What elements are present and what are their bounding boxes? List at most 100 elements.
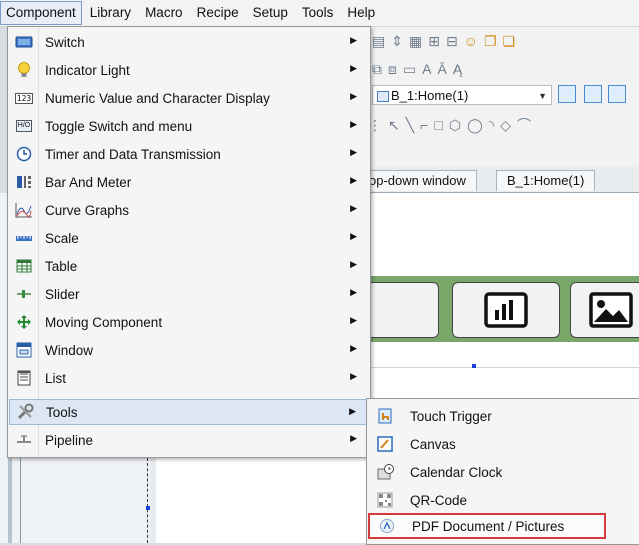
text-style-icon[interactable]: Ā <box>437 61 446 77</box>
menu-item-timer[interactable]: Timer and Data Transmission ▶ <box>9 141 369 167</box>
menu-bar: Component Library Macro Recipe Setup Too… <box>0 0 639 27</box>
curve-icon[interactable]: ◇ <box>500 117 511 134</box>
toolbar-row-2: ⧉ ⧈ ▭ A Ā Ą <box>368 55 639 83</box>
polygon-icon[interactable]: ⬡ <box>449 117 461 134</box>
tab-popdown-window[interactable]: op-down window <box>358 170 477 191</box>
submenu-item-qr-code[interactable]: QR-Code <box>368 487 608 513</box>
distribute-icon[interactable]: ⇕ <box>391 33 403 50</box>
grid-view-button[interactable] <box>608 85 626 103</box>
bar-chart-icon <box>484 292 528 328</box>
menu-item-label: Indicator Light <box>45 62 130 78</box>
menu-item-label: Moving Component <box>45 314 163 330</box>
submenu-arrow-icon: ▶ <box>350 35 357 45</box>
menu-tools[interactable]: Tools <box>296 1 340 25</box>
menu-item-numeric-display[interactable]: 123 Numeric Value and Character Display … <box>9 85 369 111</box>
paste-icon[interactable]: ❏ <box>503 33 516 50</box>
arc-icon[interactable]: ◝ <box>489 117 494 134</box>
send-back-icon[interactable]: ⧈ <box>388 61 397 78</box>
pdf-icon <box>376 515 398 537</box>
ellipse-icon[interactable]: ◯ <box>467 117 483 134</box>
line-icon[interactable]: ╲ <box>406 117 414 134</box>
menu-item-label: Numeric Value and Character Display <box>45 90 270 106</box>
menu-library[interactable]: Library <box>84 1 137 25</box>
tile-picture[interactable] <box>570 282 639 338</box>
toolbar-row-1: ▤ ⇕ ▦ ⊞ ⊟ ☺ ❐ ❏ <box>368 27 639 55</box>
submenu-item-canvas[interactable]: Canvas <box>368 431 608 457</box>
window-view-button[interactable] <box>584 85 602 103</box>
pipeline-icon <box>13 429 35 451</box>
fan-icon[interactable]: ⌒ <box>517 115 531 135</box>
submenu-item-calendar-clock[interactable]: Calendar Clock <box>368 459 608 485</box>
menu-item-switch[interactable]: Switch ▶ <box>9 29 369 55</box>
page-select-value: B_1:Home(1) <box>391 88 469 103</box>
layer-icon[interactable]: ▦ <box>409 33 422 50</box>
menu-item-label: Timer and Data Transmission <box>45 146 221 162</box>
align-icon[interactable]: ▤ <box>372 33 385 50</box>
menu-item-window[interactable]: Window ▶ <box>9 337 369 363</box>
menu-item-pipeline[interactable]: Pipeline ▶ <box>9 427 369 453</box>
menu-item-scale[interactable]: Scale ▶ <box>9 225 369 251</box>
submenu-arrow-icon: ▶ <box>350 371 357 381</box>
group-icon[interactable]: ⊞ <box>428 33 440 50</box>
submenu-arrow-icon: ▶ <box>350 231 357 241</box>
menu-item-label: Window <box>45 342 94 358</box>
menu-item-indicator-light[interactable]: Indicator Light ▶ <box>9 57 369 83</box>
tile-chart[interactable] <box>452 282 560 338</box>
move-arrows-icon <box>13 311 35 333</box>
submenu-item-label: Canvas <box>410 436 456 452</box>
slider-icon <box>13 283 35 305</box>
menu-item-label: Toggle Switch and menu <box>45 118 193 134</box>
text-size-icon[interactable]: A <box>422 61 431 77</box>
submenu-item-pdf-document[interactable]: PDF Document / Pictures <box>368 513 606 539</box>
picture-icon <box>589 292 633 328</box>
bulb-icon <box>13 59 35 81</box>
tab-home[interactable]: B_1:Home(1) <box>496 170 596 191</box>
menu-item-curve-graphs[interactable]: Curve Graphs ▶ <box>9 197 369 223</box>
switch-icon <box>13 31 35 53</box>
list-icon <box>13 367 35 389</box>
menu-item-bar-meter[interactable]: Bar And Meter ▶ <box>9 169 369 195</box>
submenu-arrow-icon: ▶ <box>350 147 357 157</box>
table-icon <box>13 255 35 277</box>
menu-item-moving-component[interactable]: Moving Component ▶ <box>9 309 369 335</box>
menu-item-tools[interactable]: Tools ▶ <box>9 399 369 425</box>
ungroup-icon[interactable]: ⊟ <box>446 33 458 50</box>
submenu-arrow-icon: ▶ <box>350 287 357 297</box>
tools-submenu: Touch Trigger Canvas Calendar Clock QR-C… <box>366 398 639 545</box>
rectangle-icon[interactable]: □ <box>434 117 442 133</box>
menu-item-label: Scale <box>45 230 79 246</box>
tile-partial[interactable] <box>364 282 439 338</box>
menu-macro[interactable]: Macro <box>139 1 189 25</box>
submenu-arrow-icon: ▶ <box>350 433 357 443</box>
qr-code-icon <box>374 489 396 511</box>
menu-setup[interactable]: Setup <box>247 1 294 25</box>
component-menu: Switch ▶ Indicator Light ▶ 123 Numeric V… <box>7 26 371 458</box>
selection-handle-left[interactable] <box>146 506 150 510</box>
calendar-clock-icon <box>374 461 396 483</box>
page-select[interactable]: B_1:Home(1) ▼ <box>372 85 552 105</box>
polyline-icon[interactable]: ⌐ <box>420 117 428 133</box>
menu-recipe[interactable]: Recipe <box>191 1 245 25</box>
menu-item-list[interactable]: List ▶ <box>9 365 369 391</box>
submenu-item-touch-trigger[interactable]: Touch Trigger <box>368 403 608 429</box>
menu-item-toggle-switch[interactable]: H/O Toggle Switch and menu ▶ <box>9 113 369 139</box>
bring-front-icon[interactable]: ⧉ <box>372 61 382 78</box>
submenu-item-label: PDF Document / Pictures <box>412 518 565 534</box>
menu-item-table[interactable]: Table ▶ <box>9 253 369 279</box>
menu-item-label: Curve Graphs <box>45 202 130 218</box>
menu-component[interactable]: Component <box>0 1 82 25</box>
submenu-arrow-icon: ▶ <box>350 91 357 101</box>
menu-item-label: Bar And Meter <box>45 174 132 190</box>
selection-handle[interactable] <box>472 364 476 368</box>
menu-item-label: Tools <box>46 404 78 420</box>
copy-icon[interactable]: ❐ <box>484 33 497 50</box>
submenu-item-label: QR-Code <box>410 492 468 508</box>
pointer-icon[interactable]: ↖ <box>388 117 400 134</box>
menu-help[interactable]: Help <box>341 1 381 25</box>
go-page-button[interactable] <box>558 85 576 103</box>
text-align-icon[interactable]: Ą <box>453 61 462 77</box>
window-icon <box>13 339 35 361</box>
smile-icon[interactable]: ☺ <box>464 33 478 49</box>
menu-item-slider[interactable]: Slider ▶ <box>9 281 369 307</box>
box-icon[interactable]: ▭ <box>403 61 416 78</box>
